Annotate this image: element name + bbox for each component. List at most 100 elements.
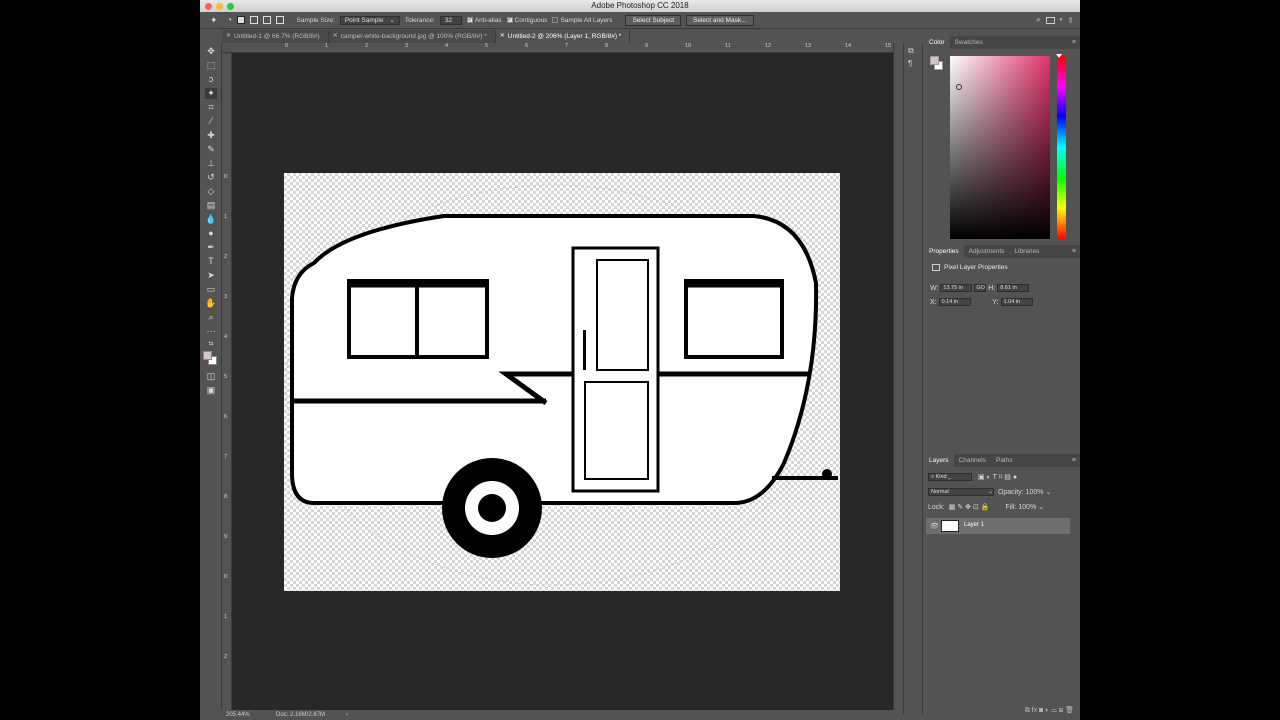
rectangle-tool-icon[interactable]: ▭ [205,284,217,295]
tab-untitled-2[interactable]: ✕ Untitled-2 @ 206% (Layer 1, RGB/8#) * [495,30,631,43]
filter-pixel-icon[interactable]: ▣ [978,474,985,481]
healing-brush-tool-icon[interactable]: ✚ [205,130,217,141]
panel-menu-icon[interactable]: ≡ [1072,36,1076,49]
x-field[interactable]: 0.14 in [938,298,971,306]
anti-alias-checkbox[interactable]: ✓ Anti-alias [466,17,502,24]
tab-paths[interactable]: Paths [991,454,1018,467]
quick-mask-icon[interactable]: ◫ [205,371,217,382]
edit-toolbar-icon[interactable]: ··· [205,326,217,337]
share-icon[interactable]: ⇪ [1067,16,1074,25]
select-and-mask-button[interactable]: Select and Mask... [686,14,754,26]
lock-position-icon[interactable]: ✥ [965,504,971,511]
adjustment-layer-icon[interactable]: ◐ [1045,707,1049,714]
tolerance-input[interactable]: 32 [439,15,462,25]
tab-swatches[interactable]: Swatches [950,36,988,49]
filter-type-icon[interactable]: T [993,474,997,481]
opacity-value[interactable]: 100% [1026,489,1044,496]
blend-mode-select[interactable]: Normal ⌄ [928,488,994,497]
new-selection-icon[interactable] [236,16,245,24]
visibility-eye-icon[interactable]: 👁 [930,522,939,530]
document-canvas[interactable] [284,173,840,591]
lock-all-icon[interactable]: 🔒 [981,504,990,511]
lasso-tool-icon[interactable]: ↄ [205,74,217,85]
status-arrow-icon[interactable]: › [346,710,348,720]
tab-color[interactable]: Color [924,36,950,49]
color-foreground-swatch[interactable] [930,56,939,65]
screen-mode-icon[interactable]: ▣ [205,385,217,396]
brush-tool-icon[interactable]: ✎ [205,144,217,155]
workspace-dropdown-icon[interactable]: ▾ [1060,17,1063,23]
history-panel-icon[interactable]: ⧉ [908,46,914,56]
contiguous-checkbox[interactable]: ✓ Contiguous [506,17,547,24]
tab-channels[interactable]: Channels [954,454,991,467]
filter-adjustment-icon[interactable]: ◐ [987,474,991,481]
workspace-icon[interactable] [1045,16,1055,24]
subtract-from-selection-icon[interactable] [262,16,271,24]
link-dimensions-button[interactable]: GO [974,284,987,292]
blur-tool-icon[interactable]: 💧 [205,214,217,225]
magic-wand-tool-icon[interactable]: ✦ [205,88,217,99]
fill-value[interactable]: 100% [1018,504,1036,511]
lock-image-icon[interactable]: ✎ [957,504,963,511]
horizontal-ruler[interactable]: 0 1 2 3 4 5 6 7 8 9 10 11 12 13 14 15 [222,43,893,53]
new-layer-icon[interactable]: ⊞ [1059,707,1063,714]
eyedropper-tool-icon[interactable]: ⁄ [205,116,217,127]
close-tab-icon[interactable]: ✕ [226,30,231,43]
vertical-scrollbar[interactable] [893,43,903,714]
canvas-area[interactable]: 0 1 2 3 4 5 6 7 8 9 10 11 12 13 14 15 0 … [222,43,893,710]
link-layers-icon[interactable]: ⧉ [1025,707,1030,714]
delete-layer-icon[interactable]: 🗑 [1065,707,1074,714]
tab-adjustments[interactable]: Adjustments [964,245,1010,258]
close-tab-icon[interactable]: ✕ [333,30,338,43]
intersect-selection-icon[interactable] [275,16,284,24]
close-tab-icon[interactable]: ✕ [500,30,505,43]
hue-slider-handle-icon[interactable] [1056,54,1062,58]
add-to-selection-icon[interactable] [249,16,258,24]
lock-artboard-icon[interactable]: ⊡ [973,504,979,511]
move-tool-icon[interactable]: ✥ [205,46,217,57]
eraser-tool-icon[interactable]: ◇ [205,186,217,197]
layer-row[interactable]: 👁 Layer 1 [926,518,1070,534]
sample-size-select[interactable]: Point Sample ⌄ [339,15,400,25]
opacity-dropdown-icon[interactable]: ⌄ [1045,489,1051,496]
swap-colors-icon[interactable]: ⇆ [205,339,217,350]
hand-tool-icon[interactable]: ✋ [205,298,217,309]
history-brush-tool-icon[interactable]: ↺ [205,172,217,183]
path-selection-tool-icon[interactable]: ➤ [205,270,217,281]
filter-toggle-icon[interactable]: ● [1013,474,1017,481]
hue-slider[interactable] [1056,54,1066,239]
tab-libraries[interactable]: Libraries [1009,245,1044,258]
width-field[interactable]: 13.75 in [940,284,973,292]
crop-tool-icon[interactable]: ⌗ [205,102,217,113]
type-tool-icon[interactable]: T [205,256,217,267]
filter-smart-object-icon[interactable]: ▤ [1004,474,1011,481]
color-picker-cursor[interactable] [956,84,962,90]
tab-camper-white-background[interactable]: ✕ camper-white-background.jpg @ 100% (RGB… [328,30,496,43]
gradient-tool-icon[interactable]: ▤ [205,200,217,211]
tab-layers[interactable]: Layers [924,454,954,467]
dodge-tool-icon[interactable]: ● [205,228,217,239]
new-group-icon[interactable]: ▭ [1051,707,1056,714]
lock-transparent-icon[interactable]: ▦ [949,504,956,511]
filter-kind-select[interactable]: ⌕ Kind ⌄ [928,473,972,482]
minimize-window-button[interactable] [216,3,223,10]
layer-style-icon[interactable]: fx [1032,707,1037,714]
brush-settings-icon[interactable]: ¶ [908,59,912,68]
fill-dropdown-icon[interactable]: ⌄ [1038,504,1044,511]
panel-menu-icon[interactable]: ≡ [1072,245,1076,258]
marquee-tool-icon[interactable]: ⬚ [205,60,217,71]
magic-wand-tool-preset-icon[interactable]: ✦ [210,15,224,26]
vertical-ruler[interactable]: 0 1 2 3 4 5 6 7 8 9 0 1 2 [222,53,232,710]
color-field[interactable] [950,56,1050,239]
filter-shape-icon[interactable]: ⌑ [999,474,1003,481]
pen-tool-icon[interactable]: ✒ [205,242,217,253]
preset-dropdown-icon[interactable]: ▾ [229,17,232,23]
close-window-button[interactable] [205,3,212,10]
search-icon[interactable]: ⌕ [1036,15,1040,25]
sample-all-layers-checkbox[interactable]: Sample All Layers [552,17,612,24]
select-subject-button[interactable]: Select Subject [625,14,682,26]
y-field[interactable]: 1.04 in [1000,298,1033,306]
foreground-color-swatch[interactable] [203,351,212,360]
zoom-level[interactable]: 205.44% [226,710,250,720]
height-field[interactable]: 8.61 in [997,284,1030,292]
